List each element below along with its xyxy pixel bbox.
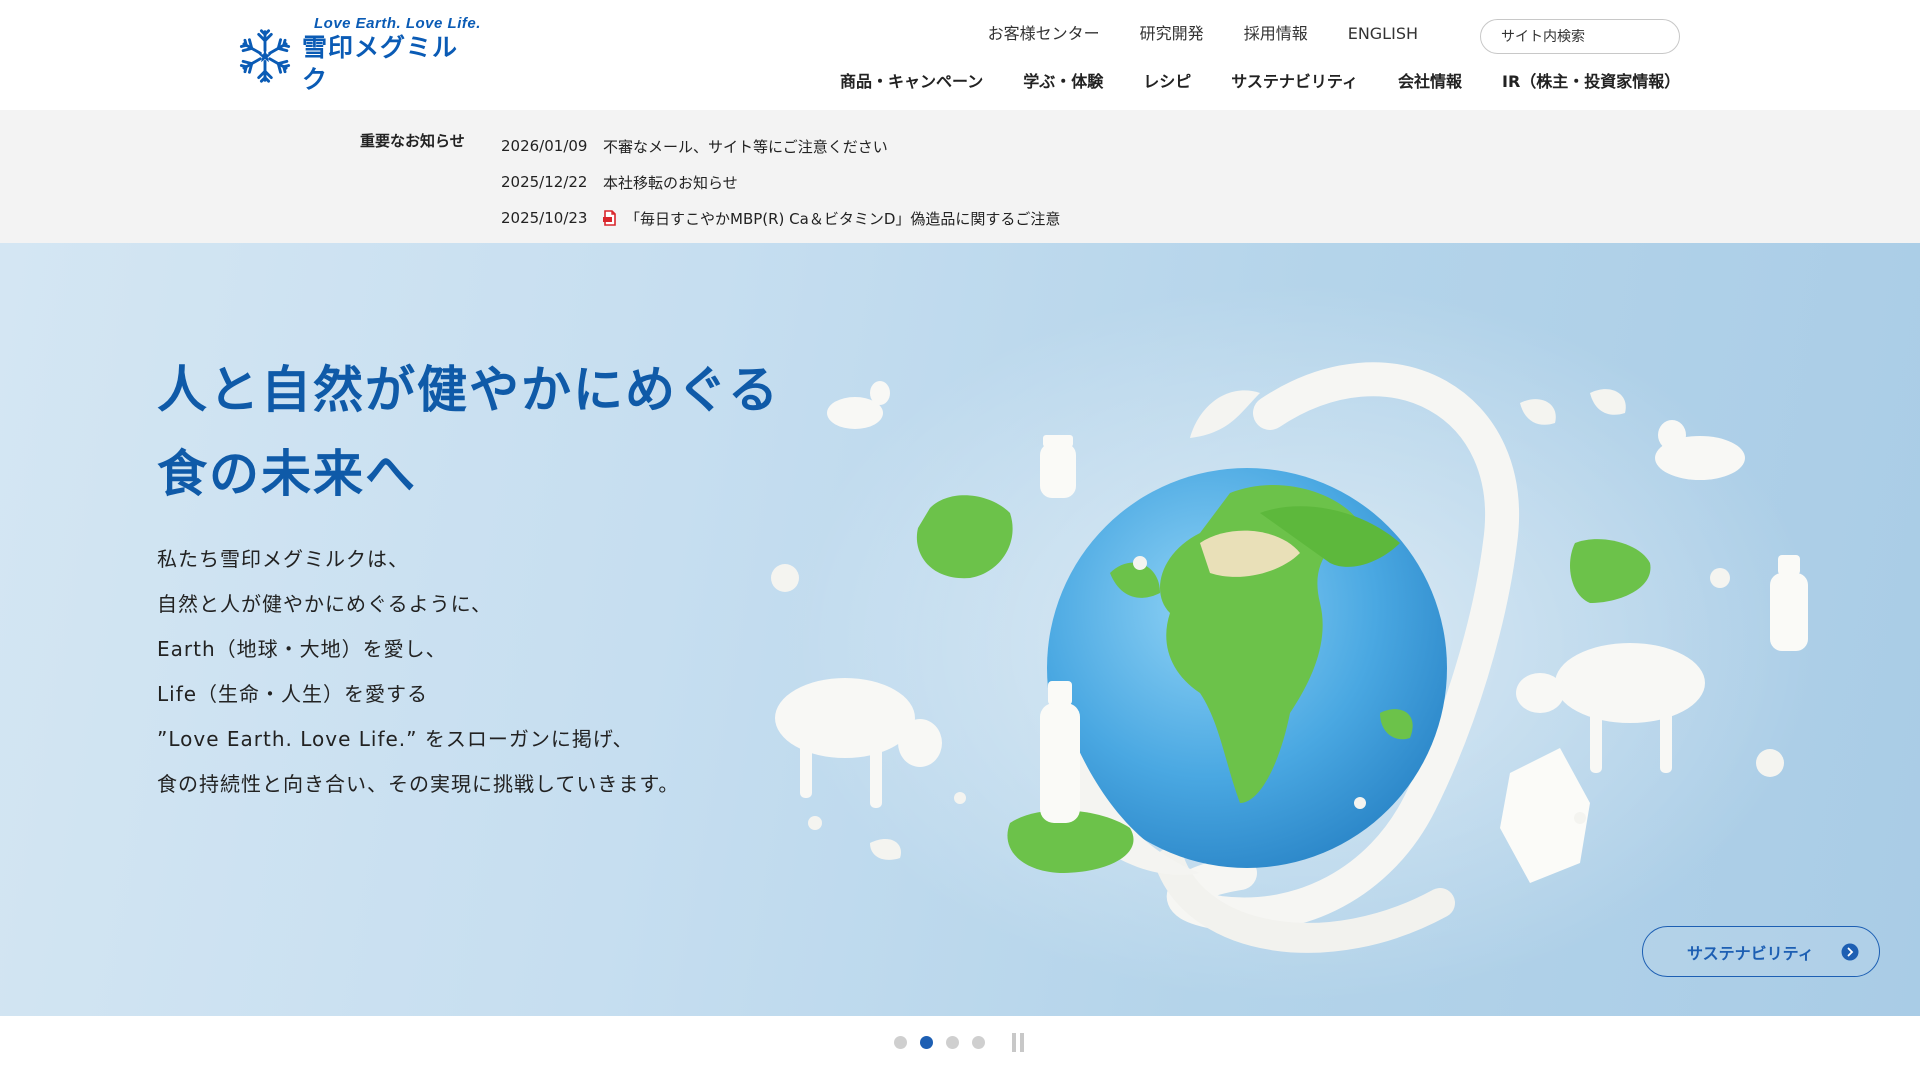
hero-message-line: 私たち雪印メグミルクは、: [157, 547, 409, 571]
nav-investor-relations[interactable]: IR（株主・投資家情報）: [1482, 70, 1700, 94]
hero-message-line: ”Love Earth. Love Life.” をスローガンに掲げ、: [157, 727, 634, 751]
carousel-dot-1[interactable]: [894, 1036, 907, 1049]
nav-company[interactable]: 会社情報: [1378, 70, 1482, 94]
nav-learn-experience[interactable]: 学ぶ・体験: [1003, 70, 1123, 94]
notice-item[interactable]: 2025/12/22 本社移転のお知らせ: [501, 164, 1060, 200]
notice-title: 本社移転のお知らせ: [603, 173, 738, 192]
search-input[interactable]: [1501, 28, 1675, 45]
hero-message-line: Earth（地球・大地）を愛し、: [157, 637, 447, 661]
important-notices: 重要なお知らせ 2026/01/09 不審なメール、サイト等にご注意ください 2…: [0, 110, 1920, 243]
utility-nav: お客様センター 研究開発 採用情報 ENGLISH: [968, 22, 1438, 46]
util-nav-careers[interactable]: 採用情報: [1224, 22, 1328, 46]
hero-message: 私たち雪印メグミルクは、 自然と人が健やかにめぐるように、 Earth（地球・大…: [157, 537, 679, 807]
main-nav: 商品・キャンペーン 学ぶ・体験 レシピ サステナビリティ 会社情報 IR（株主・…: [820, 70, 1700, 94]
sustainability-button-label: サステナビリティ: [1687, 943, 1814, 963]
util-nav-english[interactable]: ENGLISH: [1328, 22, 1438, 46]
pause-icon[interactable]: [1012, 1033, 1024, 1052]
util-nav-research[interactable]: 研究開発: [1120, 22, 1224, 46]
nav-sustainability[interactable]: サステナビリティ: [1211, 70, 1378, 94]
carousel-dot-4[interactable]: [972, 1036, 985, 1049]
site-header: Love Earth. Love Life. 雪印メグミルク お客様センター 研…: [0, 0, 1920, 110]
util-nav-customer-center[interactable]: お客様センター: [968, 22, 1120, 46]
carousel-dot-2[interactable]: [920, 1036, 933, 1049]
hero-message-line: Life（生命・人生）を愛する: [157, 682, 429, 706]
hero-title-line: 人と自然が健やかにめぐる: [157, 361, 780, 419]
hero-message-line: 自然と人が健やかにめぐるように、: [157, 592, 492, 616]
nav-recipes[interactable]: レシピ: [1123, 70, 1211, 94]
hero-title: 人と自然が健やかにめぐる 食の未来へ: [157, 348, 780, 516]
brand-name: 雪印メグミルク: [302, 33, 459, 94]
notice-date: 2026/01/09: [501, 137, 588, 155]
logo-text: Love Earth. Love Life. 雪印メグミルク: [302, 16, 483, 96]
arrow-right-circle-icon: [1841, 943, 1859, 960]
carousel-dot-3[interactable]: [946, 1036, 959, 1049]
brand-tagline: Love Earth. Love Life.: [314, 15, 481, 32]
notice-list: 2026/01/09 不審なメール、サイト等にご注意ください 2025/12/2…: [501, 128, 1060, 236]
snowflake-icon: [238, 29, 292, 83]
notice-date: 2025/12/22: [501, 173, 588, 191]
notice-item[interactable]: 2026/01/09 不審なメール、サイト等にご注意ください: [501, 128, 1060, 164]
carousel-controls: [894, 1033, 1024, 1052]
notice-item[interactable]: 2025/10/23 「毎日すこやかMBP(R) Ca＆ビタミンD」偽造品に関す…: [501, 200, 1060, 236]
nav-products-campaigns[interactable]: 商品・キャンペーン: [820, 70, 1003, 94]
sustainability-button[interactable]: サステナビリティ: [1642, 926, 1880, 977]
hero-title-line: 食の未来へ: [157, 445, 417, 503]
site-search: [1480, 19, 1680, 54]
notice-title: 不審なメール、サイト等にご注意ください: [603, 137, 888, 156]
notice-date: 2025/10/23: [501, 209, 588, 227]
notices-heading: 重要なお知らせ: [360, 132, 465, 150]
notice-title: 「毎日すこやかMBP(R) Ca＆ビタミンD」偽造品に関するご注意: [625, 209, 1061, 228]
hero-carousel-slide: 人と自然が健やかにめぐる 食の未来へ 私たち雪印メグミルクは、 自然と人が健やか…: [0, 243, 1920, 1016]
hero-message-line: 食の持続性と向き合い、その実現に挑戦していきます。: [157, 772, 680, 796]
pdf-icon: [603, 210, 616, 226]
brand-logo[interactable]: Love Earth. Love Life. 雪印メグミルク: [238, 16, 483, 94]
